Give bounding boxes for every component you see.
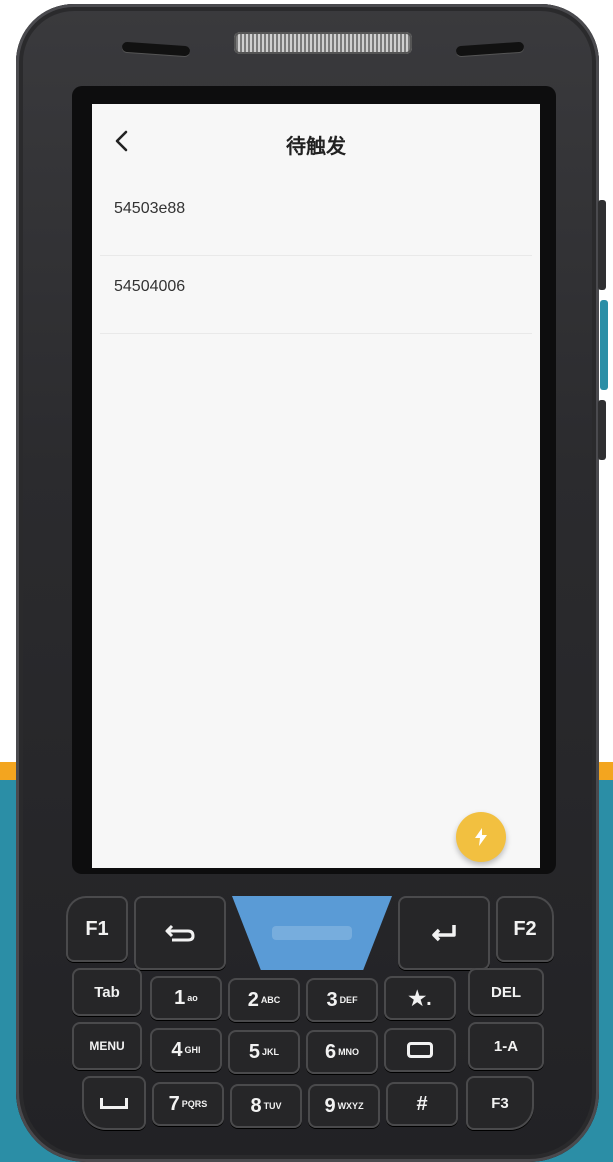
- page-title: 待触发: [286, 136, 346, 158]
- tab-key-label: Tab: [94, 983, 120, 1001]
- star-key[interactable]: ★.: [384, 976, 456, 1020]
- key-3-letters: DEF: [339, 995, 358, 1005]
- del-key[interactable]: DEL: [468, 968, 544, 1016]
- key-5-digit: 5: [248, 1040, 261, 1063]
- list-item[interactable]: 54503e88: [100, 178, 532, 256]
- back-key[interactable]: [134, 896, 226, 970]
- key-1[interactable]: 1 ao: [150, 976, 222, 1020]
- f2-key[interactable]: F2: [496, 896, 554, 962]
- key-2[interactable]: 2 ABC: [228, 978, 300, 1022]
- side-scan-button[interactable]: [600, 300, 608, 390]
- space-key[interactable]: [82, 1076, 146, 1130]
- key-6-letters: MNO: [338, 1047, 360, 1057]
- key-9[interactable]: 9 WXYZ: [308, 1084, 380, 1128]
- key-1-letters: ao: [187, 993, 198, 1003]
- enter-key[interactable]: [398, 896, 490, 970]
- key-3[interactable]: 3 DEF: [306, 978, 378, 1022]
- lightning-icon: [475, 828, 487, 846]
- f2-key-label: F2: [513, 917, 537, 940]
- del-key-label: DEL: [491, 983, 521, 1001]
- scan-trigger-key[interactable]: [232, 896, 392, 970]
- enter-arrow-icon: [432, 925, 456, 942]
- key-6[interactable]: 6 MNO: [306, 1030, 378, 1074]
- key-4[interactable]: 4 GHI: [150, 1028, 222, 1072]
- key-2-letters: ABC: [260, 995, 281, 1005]
- tab-key[interactable]: Tab: [72, 968, 142, 1016]
- f1-key[interactable]: F1: [66, 896, 128, 962]
- f3-key-label: F3: [491, 1094, 509, 1112]
- key-2-digit: 2: [247, 988, 259, 1011]
- key-7-letters: PQRS: [181, 1099, 208, 1109]
- key-6-digit: 6: [324, 1040, 337, 1063]
- f3-key[interactable]: F3: [466, 1076, 534, 1130]
- hash-key[interactable]: #: [386, 1082, 458, 1126]
- list-item-label: 54503e88: [114, 200, 186, 217]
- key-7[interactable]: 7 PQRS: [152, 1082, 224, 1126]
- sensor-slot-left: [121, 41, 191, 57]
- space-key-glyph: [100, 1097, 128, 1109]
- hash-key-label: #: [416, 1092, 428, 1115]
- hardware-keypad: F1 F2 Tab 1 ao 2 ABC 3 DEF ★. DEL MENU 4 GHI…: [58, 882, 558, 1144]
- key-8-digit: 8: [250, 1094, 262, 1117]
- trigger-fab-button[interactable]: [456, 812, 506, 862]
- key-1-digit: 1: [174, 986, 186, 1009]
- one-a-key[interactable]: 1-A: [468, 1022, 544, 1070]
- one-a-key-label: 1-A: [493, 1037, 519, 1055]
- app-header: 待触发: [92, 104, 540, 178]
- earpiece-speaker: [234, 32, 412, 54]
- zero-key-glyph: [407, 1042, 433, 1058]
- volume-button[interactable]: [598, 400, 606, 460]
- sensor-slot-right: [455, 41, 525, 57]
- f1-key-label: F1: [85, 917, 109, 940]
- star-key-label: ★.: [408, 987, 432, 1010]
- key-3-digit: 3: [326, 988, 338, 1011]
- key-8[interactable]: 8 TUV: [230, 1084, 302, 1128]
- key-5-letters: JKL: [262, 1047, 280, 1057]
- key-9-letters: WXYZ: [337, 1101, 364, 1111]
- menu-key[interactable]: MENU: [72, 1022, 142, 1070]
- key-8-letters: TUV: [263, 1101, 282, 1111]
- zero-key[interactable]: [384, 1028, 456, 1072]
- list-item[interactable]: 54504006: [100, 256, 532, 334]
- return-arrow-icon: [165, 924, 195, 942]
- key-5[interactable]: 5 JKL: [228, 1030, 300, 1074]
- side-button-upper[interactable]: [598, 200, 606, 290]
- list-item-label: 54504006: [114, 278, 186, 295]
- key-4-digit: 4: [171, 1038, 183, 1061]
- key-9-digit: 9: [324, 1094, 336, 1117]
- app-screen: 待触发 54503e88 54504006: [92, 104, 540, 868]
- menu-key-label: MENU: [89, 1039, 125, 1053]
- key-7-digit: 7: [168, 1092, 180, 1115]
- key-4-letters: GHI: [184, 1045, 201, 1055]
- pending-list: 54503e88 54504006: [92, 178, 540, 334]
